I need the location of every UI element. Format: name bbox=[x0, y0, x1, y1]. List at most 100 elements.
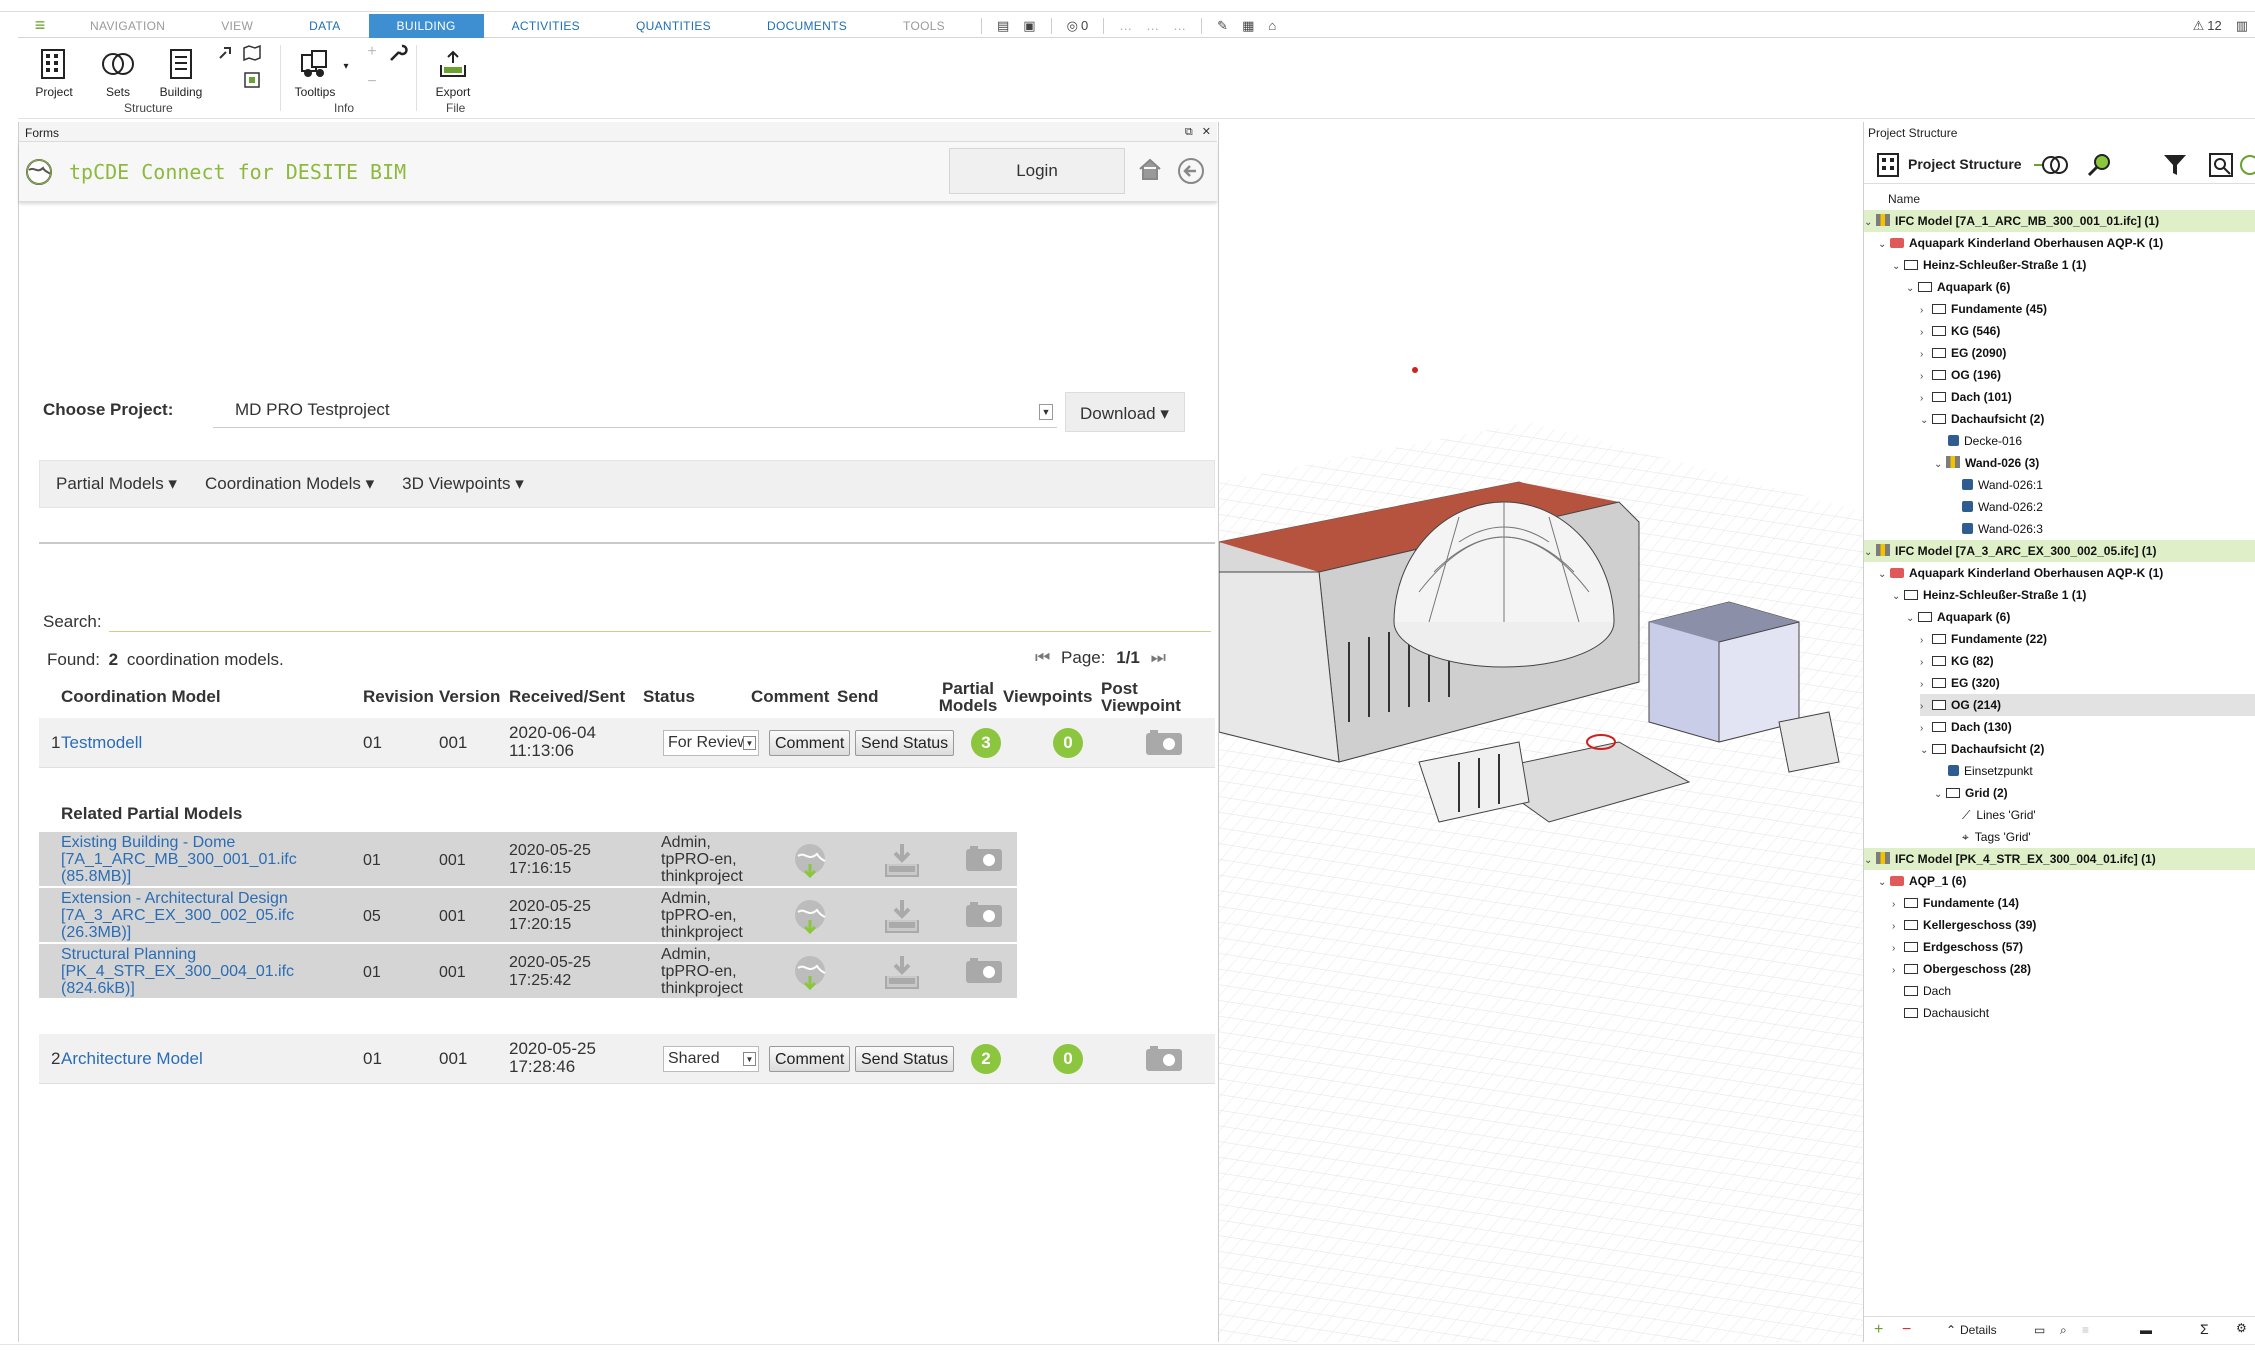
tooltips-button[interactable]: Tooltips bbox=[290, 43, 340, 99]
model-link[interactable]: Testmodell bbox=[61, 734, 142, 751]
camera-icon[interactable] bbox=[965, 958, 1003, 989]
collapse-icon[interactable]: › bbox=[1892, 894, 1904, 916]
tree-node[interactable]: ⌄ Heinz-Schleußer-Straße 1 (1) bbox=[1892, 584, 2086, 606]
camera-icon[interactable] bbox=[1145, 730, 1183, 761]
collapse-icon[interactable]: › bbox=[1892, 960, 1904, 982]
expand-icon[interactable]: ⌄ bbox=[1892, 256, 1904, 278]
tree-node[interactable]: Wand-026:1 bbox=[1962, 474, 2043, 496]
sets-button[interactable]: Sets bbox=[96, 43, 140, 99]
tab-tools[interactable]: TOOLS bbox=[875, 14, 973, 38]
expand-icon[interactable]: ⌄ bbox=[1892, 586, 1904, 608]
sets-toggle-icon[interactable]: ◎ bbox=[1067, 18, 1078, 34]
viewpoints-badge[interactable]: 0 bbox=[1053, 1044, 1083, 1074]
chevron-down-icon[interactable]: ▼ bbox=[1039, 404, 1053, 420]
layout-icon[interactable]: ▤ bbox=[997, 18, 1009, 34]
download-icon[interactable] bbox=[883, 954, 921, 995]
minus-icon[interactable]: − bbox=[362, 73, 382, 91]
chevron-down-icon[interactable]: ▾ bbox=[340, 61, 352, 72]
remove-icon[interactable]: − bbox=[1902, 1321, 1911, 1339]
tree-node[interactable]: › OG (214) bbox=[1920, 694, 2255, 716]
add-icon[interactable]: + bbox=[1874, 1321, 1883, 1339]
globe-download-icon[interactable] bbox=[793, 842, 827, 883]
partial-link-line1[interactable]: Extension - Architectural Design bbox=[61, 890, 288, 907]
home-icon[interactable] bbox=[1137, 157, 1163, 186]
download-icon[interactable] bbox=[883, 898, 921, 939]
tree-node[interactable]: ⌄ Aquapark (6) bbox=[1906, 606, 2010, 628]
chevron-up-icon[interactable]: ⌃ bbox=[1946, 1323, 1956, 1337]
tree-node[interactable]: › Dach (130) bbox=[1920, 716, 2012, 738]
globe-download-icon[interactable] bbox=[793, 954, 827, 995]
grid-select-icon[interactable] bbox=[242, 71, 262, 92]
table-row[interactable]: 2 Architecture Model 01 001 2020-05-25 1… bbox=[39, 1034, 1215, 1084]
expand-icon[interactable]: ⌄ bbox=[1906, 608, 1918, 630]
collapse-icon[interactable]: › bbox=[1920, 300, 1932, 322]
tree-node[interactable]: ⌄ Dachaufsicht (2) bbox=[1920, 408, 2044, 430]
tree-node[interactable]: Wand-026:2 bbox=[1962, 496, 2043, 518]
partial-link-line2[interactable]: [7A_3_ARC_EX_300_002_05.ifc bbox=[61, 907, 294, 924]
partial-link-line3[interactable]: (85.8MB)] bbox=[61, 868, 131, 885]
warning-icon[interactable]: ⚠ bbox=[2193, 18, 2205, 34]
collapse-icon[interactable]: › bbox=[1892, 916, 1904, 938]
tree-node[interactable]: Decke-016 bbox=[1948, 430, 2022, 452]
tree-node[interactable]: › Obergeschoss (28) bbox=[1892, 958, 2031, 980]
tree-node[interactable]: › Erdgeschoss (57) bbox=[1892, 936, 2023, 958]
model-link[interactable]: Architecture Model bbox=[61, 1050, 203, 1067]
comment-button[interactable]: Comment bbox=[769, 730, 851, 756]
tree-node[interactable]: ⟋ Lines 'Grid' bbox=[1962, 804, 2036, 826]
map-icon[interactable] bbox=[242, 44, 262, 64]
tree-node[interactable]: ⌄ Aquapark Kinderland Oberhausen AQP-K (1… bbox=[1878, 232, 2163, 254]
link-icon[interactable] bbox=[216, 45, 236, 64]
partial-models-badge[interactable]: 3 bbox=[971, 728, 1001, 758]
chevron-down-icon[interactable]: ▼ bbox=[743, 736, 756, 750]
login-button[interactable]: Login bbox=[949, 148, 1125, 194]
viewpoints-menu[interactable]: 3D Viewpoints ▾ bbox=[402, 474, 524, 494]
collapse-icon[interactable]: › bbox=[1920, 696, 1932, 718]
partial-link-line3[interactable]: (824.6kB)] bbox=[61, 980, 135, 997]
partial-link-line1[interactable]: Structural Planning bbox=[61, 946, 196, 963]
tab-view[interactable]: VIEW bbox=[193, 14, 281, 38]
filter-icon[interactable] bbox=[2162, 152, 2188, 183]
send-status-button[interactable]: Send Status bbox=[855, 1046, 955, 1072]
globe-icon[interactable] bbox=[2238, 154, 2255, 181]
search-input[interactable] bbox=[109, 614, 1211, 632]
partial-link-line2[interactable]: [7A_1_ARC_MB_300_001_01.ifc bbox=[61, 851, 297, 868]
tree-node[interactable]: Einsetzpunkt bbox=[1948, 760, 2033, 782]
tree-node[interactable]: Dach bbox=[1904, 980, 1951, 1002]
partial-link-line1[interactable]: Existing Building - Dome bbox=[61, 834, 235, 851]
search-icon[interactable] bbox=[2086, 152, 2112, 183]
search-icon[interactable]: ⌕ bbox=[2060, 1323, 2067, 1338]
tree-node[interactable]: › Fundamente (14) bbox=[1892, 892, 2019, 914]
home-icon[interactable]: ⌂ bbox=[1268, 18, 1276, 33]
collapse-icon[interactable]: › bbox=[1920, 344, 1932, 366]
list-icon[interactable]: ≡ bbox=[2082, 1323, 2089, 1337]
status-select[interactable]: For Review ▼ bbox=[663, 730, 759, 756]
coordination-models-menu[interactable]: Coordination Models ▾ bbox=[205, 474, 374, 494]
partial-row[interactable]: Extension - Architectural Design [7A_3_A… bbox=[39, 888, 1017, 944]
tree-node[interactable]: › KG (82) bbox=[1920, 650, 1994, 672]
camera-icon[interactable] bbox=[965, 846, 1003, 877]
expand-icon[interactable]: ⌄ bbox=[1878, 564, 1890, 586]
expand-icon[interactable]: ⌄ bbox=[1878, 234, 1890, 256]
tab-documents[interactable]: DOCUMENTS bbox=[739, 14, 875, 38]
sort-icon[interactable]: ▭ bbox=[2034, 1323, 2045, 1337]
close-icon[interactable]: ✕ bbox=[1202, 126, 1211, 138]
collapse-icon[interactable]: › bbox=[1920, 322, 1932, 344]
expand-icon[interactable]: ⌄ bbox=[1934, 784, 1946, 806]
sum-icon[interactable]: Σ bbox=[2200, 1321, 2209, 1337]
collapse-icon[interactable]: › bbox=[1920, 674, 1932, 696]
collapse-icon[interactable]: › bbox=[1920, 630, 1932, 652]
expand-icon[interactable]: ⌄ bbox=[1864, 850, 1876, 872]
expand-icon[interactable]: ⌄ bbox=[1920, 410, 1932, 432]
project-select[interactable]: MD PRO Testproject ▼ bbox=[213, 392, 1057, 428]
partial-link-line3[interactable]: (26.3MB)] bbox=[61, 924, 131, 941]
tree-node[interactable]: ⌄ Aquapark (6) bbox=[1906, 276, 2010, 298]
tree-node[interactable]: ⌄ Aquapark Kinderland Oberhausen AQP-K (1… bbox=[1878, 562, 2163, 584]
project-button[interactable]: Project bbox=[32, 43, 76, 99]
tree-node[interactable]: ⌄ AQP_1 (6) bbox=[1878, 870, 1966, 892]
plus-icon[interactable]: + bbox=[362, 43, 382, 61]
screen-icon[interactable]: ▣ bbox=[1023, 18, 1035, 34]
tab-quantities[interactable]: QUANTITIES bbox=[608, 14, 739, 38]
building-button[interactable]: Building bbox=[156, 43, 206, 99]
download-button[interactable]: Download ▾ bbox=[1065, 392, 1185, 432]
tree-node[interactable]: ⌄ Heinz-Schleußer-Straße 1 (1) bbox=[1892, 254, 2086, 276]
